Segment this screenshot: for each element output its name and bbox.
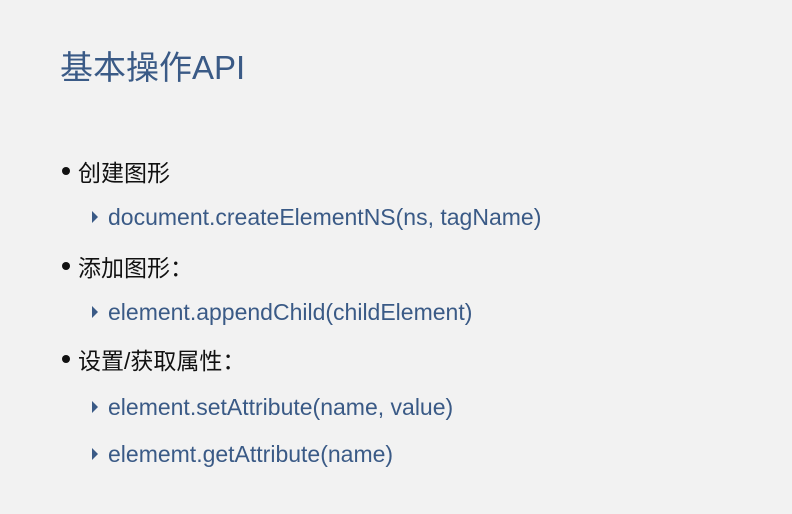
slide-title: 基本操作API [60,49,246,86]
sub-item-set-attribute: element.setAttribute(name, value) [92,391,453,423]
bullet-item-attributes: 设置/获取属性： [62,343,245,375]
sub-item-append-child: element.appendChild(childElement) [92,296,472,328]
bullet-item-append: 添加图形： [62,250,193,282]
sub-item-get-attribute: elememt.getAttribute(name) [92,438,393,470]
sub-item-label: element.appendChild(childElement) [108,298,473,325]
triangle-right-icon [92,401,98,413]
triangle-right-icon [92,306,98,318]
sub-item-label: element.setAttribute(name, value) [108,393,454,420]
slide: 基本操作API 创建图形 document.createElementNS(ns… [0,0,792,514]
sub-item-label: document.createElementNS(ns, tagName) [108,203,542,230]
bullet-item-create: 创建图形 [62,155,170,187]
sub-item-create-element-ns: document.createElementNS(ns, tagName) [92,201,541,233]
bullet-label: 添加图形： [78,255,193,281]
triangle-right-icon [92,448,98,460]
sub-item-label: elememt.getAttribute(name) [108,440,394,467]
bullet-dot-icon [62,167,70,175]
triangle-right-icon [92,211,98,223]
bullet-label: 设置/获取属性： [78,348,246,374]
bullet-label: 创建图形 [78,160,170,186]
bullet-dot-icon [62,355,70,363]
bullet-dot-icon [62,262,70,270]
